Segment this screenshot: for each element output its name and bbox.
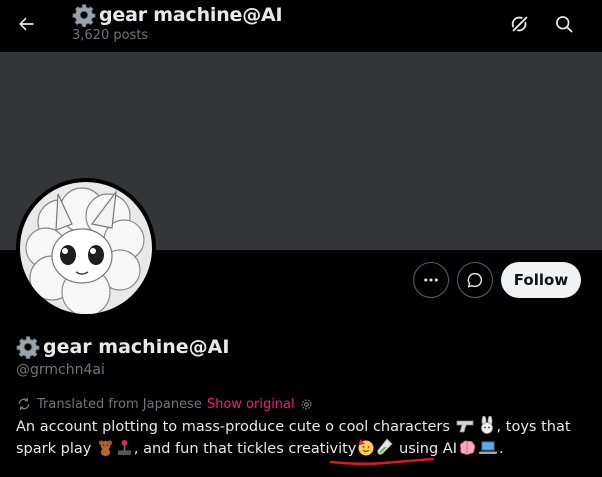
more-button[interactable] (413, 262, 449, 298)
translate-icon (18, 398, 30, 410)
translation-notice: Translated from Japanese Show original (16, 396, 314, 412)
search-button[interactable] (546, 6, 582, 42)
top-header: gear machine@AI 3,620 posts (0, 0, 602, 52)
header-title-text: gear machine@AI (99, 4, 283, 26)
follow-button[interactable]: Follow (501, 262, 581, 298)
partying-face-icon (358, 439, 374, 456)
joystick-icon (117, 439, 132, 456)
translated-label: Translated from Japanese (37, 396, 202, 412)
grok-icon (511, 15, 529, 33)
laptop-icon (478, 441, 497, 454)
brain-icon (459, 440, 476, 455)
grok-button[interactable] (502, 6, 538, 42)
settings-gear-icon[interactable] (299, 397, 314, 412)
display-name-text: gear machine@AI (43, 336, 230, 358)
bio-connector: ο (325, 419, 334, 435)
rabbit-icon (480, 416, 493, 434)
bio-text-2: cool characters (333, 419, 450, 435)
back-button[interactable] (8, 6, 44, 42)
profile-display-name: gear machine@AI (16, 333, 229, 361)
red-underline-annotation (329, 457, 435, 466)
show-original-link[interactable]: Show original (207, 397, 295, 412)
gear-icon (16, 336, 40, 359)
bio-text-1: An account plotting to mass-produce cute (16, 419, 326, 435)
arrow-left-icon (19, 17, 34, 31)
water-pistol-icon (456, 420, 473, 433)
more-icon (424, 278, 438, 282)
message-button[interactable] (457, 262, 493, 298)
teddy-bear-icon (98, 440, 113, 456)
profile-handle: @grmchn4ai (16, 362, 105, 378)
header-title: gear machine@AI (72, 3, 283, 27)
bio-text-4: , and fun that tickles creativity (133, 441, 357, 457)
avatar-illustration (20, 182, 152, 314)
avatar[interactable] (16, 178, 156, 318)
header-title-block: gear machine@AI 3,620 posts (72, 3, 283, 43)
bio-text-6: . (498, 441, 504, 457)
search-icon (556, 16, 573, 33)
post-count: 3,620 posts (72, 28, 149, 43)
profile-bio: An account plotting to mass-produce cute… (16, 416, 596, 460)
gear-icon (72, 4, 96, 27)
message-icon (467, 272, 483, 288)
test-tube-icon (377, 438, 393, 455)
